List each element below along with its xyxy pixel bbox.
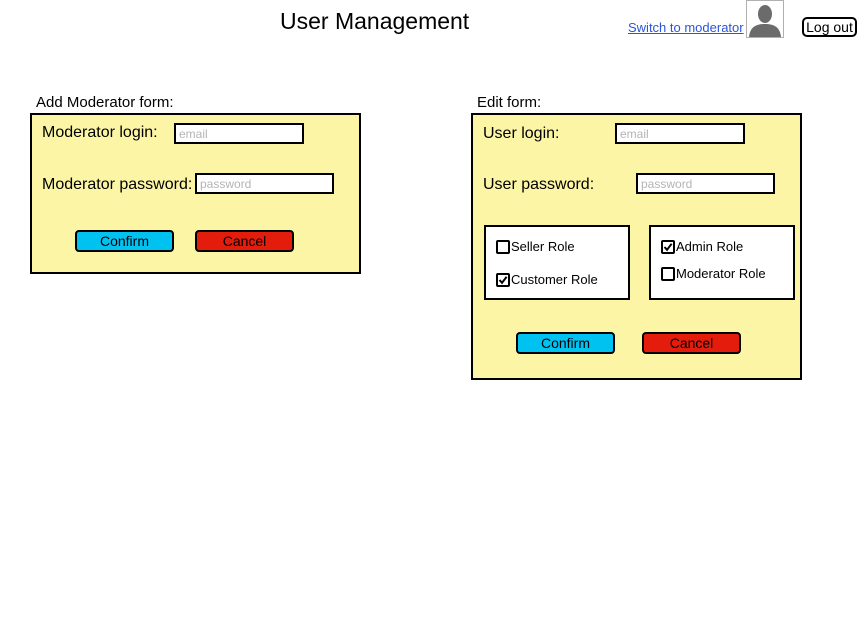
edit-confirm-button[interactable]: Confirm [516,332,615,354]
add-moderator-confirm-button[interactable]: Confirm [75,230,174,252]
admin-role-checkbox[interactable] [661,240,675,254]
customer-role-checkbox[interactable] [496,273,510,287]
user-login-input[interactable] [615,123,745,144]
moderator-password-label: Moderator password: [42,176,193,193]
admin-role-label: Admin Role [676,239,744,254]
add-moderator-form-title: Add Moderator form: [36,94,174,111]
checkmark-icon [498,276,508,285]
moderator-role-checkbox[interactable] [661,267,675,281]
moderator-password-input[interactable] [195,173,334,194]
logout-button[interactable]: Log out [802,17,857,37]
user-password-input[interactable] [636,173,775,194]
roles-box-right: Admin Role Moderator Role [649,225,795,300]
moderator-role-option[interactable]: Moderator Role [661,266,766,282]
customer-role-label: Customer Role [511,272,598,287]
seller-role-label: Seller Role [511,239,575,254]
add-moderator-cancel-button[interactable]: Cancel [195,230,294,252]
add-moderator-form: Moderator login: Moderator password: Con… [30,113,361,274]
edit-form: User login: User password: Seller Role C… [471,113,802,380]
moderator-login-input[interactable] [174,123,304,144]
user-login-label: User login: [483,125,560,142]
avatar[interactable] [746,0,784,38]
user-silhouette-icon [749,5,781,37]
switch-to-moderator-link[interactable]: Switch to moderator [628,20,744,36]
user-password-label: User password: [483,176,595,193]
moderator-login-label: Moderator login: [42,124,158,141]
roles-box-left: Seller Role Customer Role [484,225,630,300]
seller-role-checkbox[interactable] [496,240,510,254]
page-title: User Management [280,8,470,34]
checkmark-icon [663,243,673,252]
seller-role-option[interactable]: Seller Role [496,239,575,255]
moderator-role-label: Moderator Role [676,266,766,281]
customer-role-option[interactable]: Customer Role [496,272,598,288]
edit-form-title: Edit form: [477,94,542,111]
admin-role-option[interactable]: Admin Role [661,239,743,255]
edit-cancel-button[interactable]: Cancel [642,332,741,354]
